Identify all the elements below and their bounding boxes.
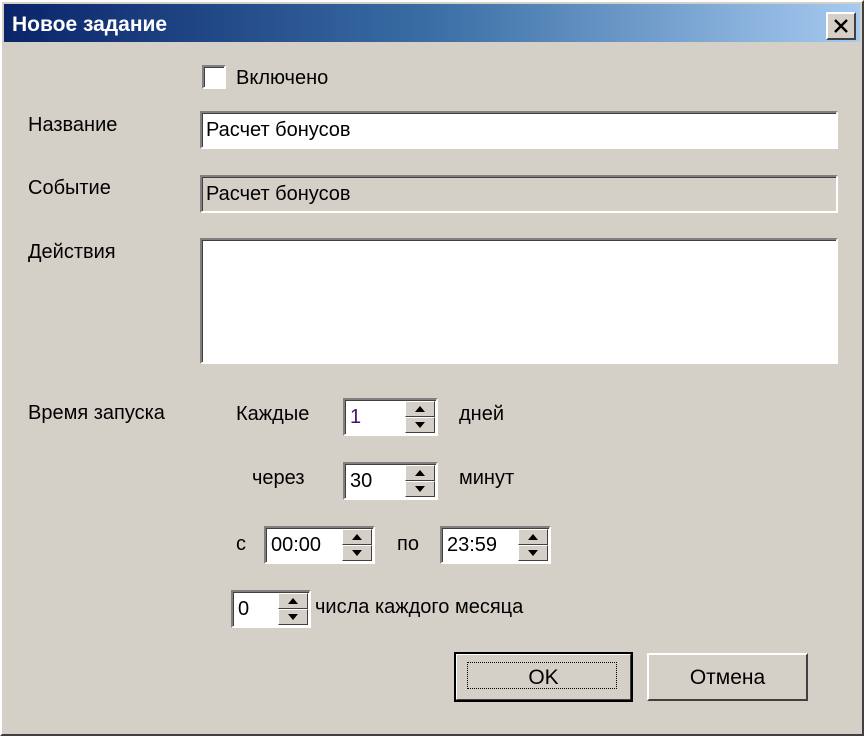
every-days-spin-buttons [405,401,435,433]
arrow-up-icon [415,406,425,412]
arrow-down-icon [352,550,362,556]
end-time-up-button[interactable] [518,529,548,545]
day-of-month-value[interactable]: 0 [238,598,249,621]
end-time-spinner[interactable]: 23:59 [440,526,551,564]
interval-minutes-value[interactable]: 30 [350,470,372,493]
interval-minutes-spinner[interactable]: 30 [343,462,438,500]
cancel-button[interactable]: Отмена [647,653,808,701]
start-time-value[interactable]: 00:00 [271,534,321,557]
to-label: по [397,533,419,555]
every-days-down-button[interactable] [405,417,435,433]
arrow-up-icon [528,534,538,540]
ok-button[interactable]: OK [454,652,633,702]
actions-label: Действия [28,241,116,263]
arrow-down-icon [415,486,425,492]
arrow-up-icon [415,470,425,476]
interval-minutes-down-button[interactable] [405,481,435,497]
arrow-down-icon [528,550,538,556]
ok-button-label: OK [528,666,559,689]
arrow-down-icon [415,422,425,428]
start-time-spin-buttons [342,529,372,561]
enabled-label: Включено [236,67,329,89]
minutes-label: минут [459,467,515,489]
name-input[interactable] [200,111,838,149]
arrow-down-icon [288,614,298,620]
day-of-month-spinner[interactable]: 0 [231,590,311,628]
through-label: через [252,467,305,489]
cancel-button-label: Отмена [689,666,766,689]
start-time-spinner[interactable]: 00:00 [264,526,375,564]
event-label: Событие [28,177,111,199]
end-time-value[interactable]: 23:59 [447,534,497,557]
every-label: Каждые [236,403,310,425]
arrow-up-icon [352,534,362,540]
day-of-month-spin-buttons [278,593,308,625]
interval-minutes-spin-buttons [405,465,435,497]
start-time-up-button[interactable] [342,529,372,545]
end-time-down-button[interactable] [518,545,548,561]
name-label: Название [28,114,118,136]
day-of-month-down-button[interactable] [278,609,308,625]
close-icon [834,19,848,33]
day-of-month-up-button[interactable] [278,593,308,609]
event-field [200,175,838,213]
new-task-dialog: Новое задание Включено Название Событие … [0,0,864,736]
days-label: дней [459,403,505,425]
title-bar[interactable]: Новое задание [4,4,860,42]
from-label: с [236,533,246,555]
day-of-month-label: числа каждого месяца [315,596,524,618]
actions-textarea[interactable] [200,238,838,364]
every-days-spinner[interactable]: 1 [343,398,438,436]
enabled-checkbox[interactable] [202,65,226,89]
window-title: Новое задание [12,13,168,36]
close-button[interactable] [826,12,856,40]
every-days-up-button[interactable] [405,401,435,417]
schedule-label: Время запуска [28,402,165,424]
interval-minutes-up-button[interactable] [405,465,435,481]
start-time-down-button[interactable] [342,545,372,561]
every-days-value[interactable]: 1 [350,406,361,429]
end-time-spin-buttons [518,529,548,561]
arrow-up-icon [288,598,298,604]
